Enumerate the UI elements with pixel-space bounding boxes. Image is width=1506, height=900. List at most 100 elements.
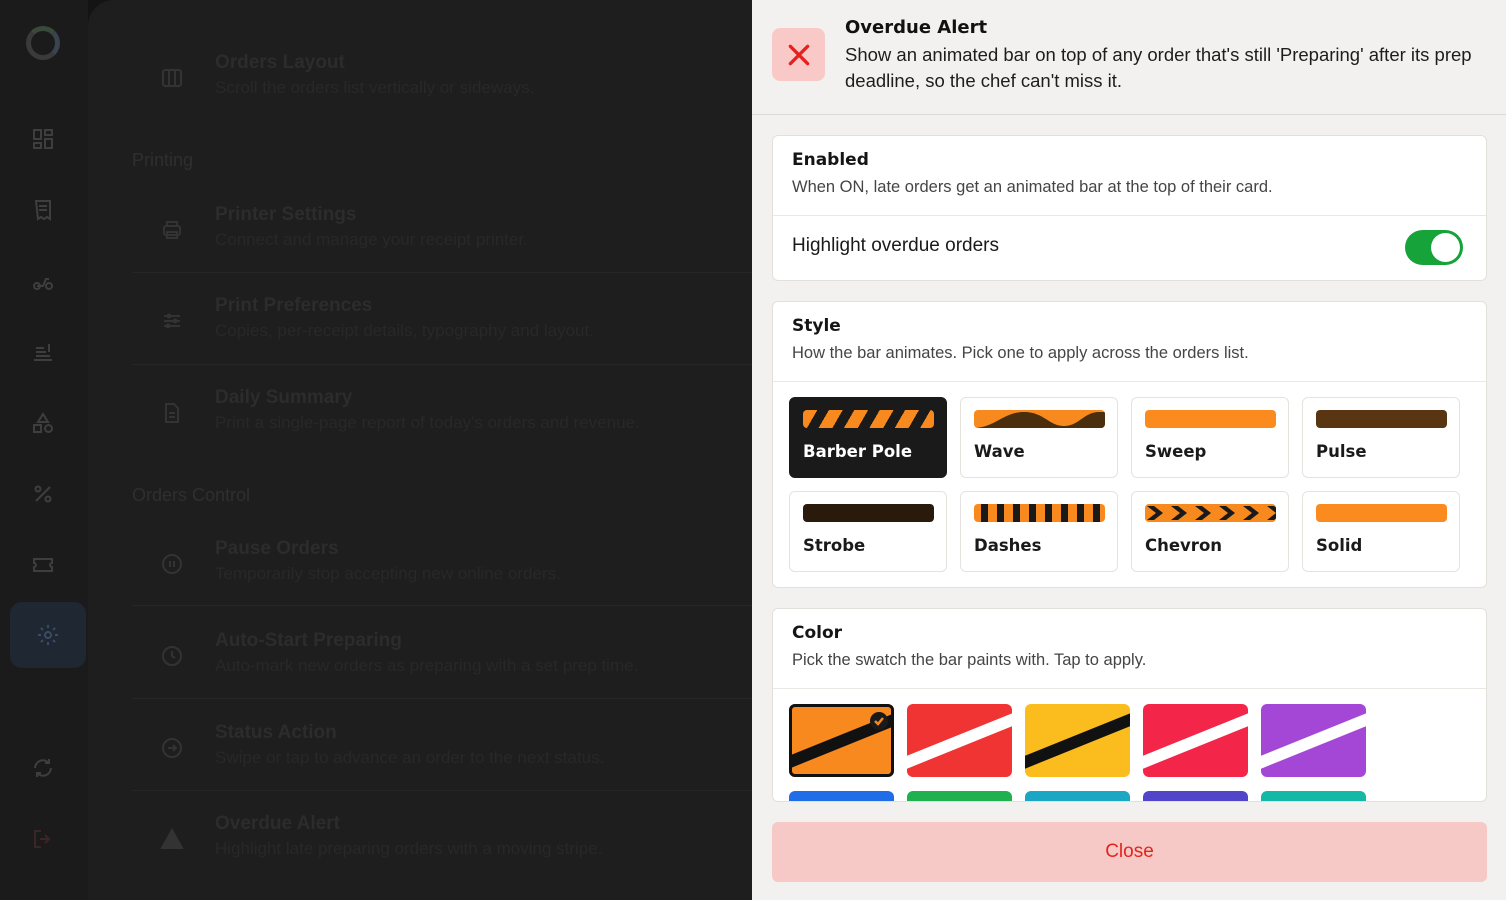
settings-row-auto-start[interactable]: Auto-Start Preparing Auto-mark new order… — [132, 626, 752, 706]
strobe-preview — [803, 504, 934, 522]
logout-icon[interactable] — [22, 818, 64, 860]
close-icon — [788, 44, 809, 65]
section-orders-control: Orders Control — [132, 485, 251, 505]
style-card: Style How the bar animates. Pick one to … — [772, 301, 1487, 588]
close-button[interactable]: Close — [772, 822, 1487, 882]
settings-gear-icon[interactable] — [10, 602, 86, 668]
swatch-yellow[interactable] — [1025, 704, 1130, 777]
pulse-preview — [1316, 410, 1447, 428]
color-desc: Pick the swatch the bar paints with. Tap… — [792, 651, 1147, 669]
row-title: Daily Summary — [215, 387, 353, 408]
style-option-sweep[interactable]: Sweep — [1131, 397, 1289, 478]
solid-preview — [1316, 504, 1447, 522]
toggle-knob — [1431, 233, 1460, 262]
settings-row-orders-layout[interactable]: Orders Layout Scroll the orders list ver… — [132, 48, 752, 128]
divider — [132, 790, 752, 791]
divider — [132, 364, 752, 365]
divider — [132, 698, 752, 699]
sliders-icon — [160, 309, 184, 333]
color-card: Color Pick the swatch the bar paints wit… — [772, 608, 1487, 802]
style-option-solid[interactable]: Solid — [1302, 491, 1460, 572]
ticket-icon[interactable] — [22, 544, 64, 586]
settings-row-pause-orders[interactable]: Pause Orders Temporarily stop accepting … — [132, 534, 752, 614]
highlight-toggle-label: Highlight overdue orders — [792, 235, 1000, 256]
sheet-subtitle: Show an animated bar on top of any order… — [845, 44, 1472, 91]
printer-icon — [160, 218, 184, 242]
warning-icon — [160, 827, 184, 851]
style-option-wave[interactable]: Wave — [960, 397, 1118, 478]
row-title: Pause Orders — [215, 538, 339, 559]
settings-row-print-preferences[interactable]: Print Preferences Copies, per-receipt de… — [132, 291, 752, 371]
dashboard-icon[interactable] — [22, 118, 64, 160]
enabled-desc: When ON, late orders get an animated bar… — [792, 178, 1273, 196]
style-title: Style — [792, 316, 841, 336]
style-option-strobe[interactable]: Strobe — [789, 491, 947, 572]
swatch-green[interactable] — [907, 791, 1012, 801]
settings-row-printer-settings[interactable]: Printer Settings Connect and manage your… — [132, 200, 752, 280]
app-logo — [26, 26, 60, 60]
background-app: Orders Layout Scroll the orders list ver… — [0, 0, 752, 900]
divider — [773, 381, 1486, 382]
sheet-header: Overdue Alert Show an animated bar on to… — [752, 0, 1506, 115]
swatch-blue[interactable] — [789, 791, 894, 801]
row-title: Printer Settings — [215, 204, 357, 225]
swatch-purple[interactable] — [1261, 704, 1366, 777]
style-option-label: Pulse — [1316, 442, 1367, 461]
color-title: Color — [792, 623, 843, 643]
row-title: Print Preferences — [215, 295, 373, 316]
row-title: Status Action — [215, 722, 337, 743]
row-desc: Highlight late preparing orders with a m… — [215, 839, 603, 858]
shapes-icon[interactable] — [22, 402, 64, 444]
style-option-pulse[interactable]: Pulse — [1302, 397, 1460, 478]
kitchen-icon[interactable] — [22, 331, 64, 373]
row-desc: Connect and manage your receipt printer. — [215, 230, 528, 249]
style-option-label: Strobe — [803, 536, 866, 555]
style-option-dashes[interactable]: Dashes — [960, 491, 1118, 572]
receipt-icon[interactable] — [22, 189, 64, 231]
settings-row-daily-summary[interactable]: Daily Summary Print a single-page report… — [132, 383, 752, 463]
sync-icon[interactable] — [22, 747, 64, 789]
swatch-red[interactable] — [907, 704, 1012, 777]
style-option-label: Solid — [1316, 536, 1363, 555]
swatch-crimson[interactable] — [1143, 704, 1248, 777]
style-option-label: Barber Pole — [803, 442, 913, 461]
columns-icon — [160, 66, 184, 90]
settings-row-overdue-alert[interactable]: Overdue Alert Highlight late preparing o… — [132, 809, 752, 889]
settings-row-status-action[interactable]: Status Action Swipe or tap to advance an… — [132, 718, 752, 798]
swatch-cyan[interactable] — [1025, 791, 1130, 801]
style-option-label: Wave — [974, 442, 1025, 461]
swatch-teal[interactable] — [1261, 791, 1366, 801]
style-option-label: Chevron — [1145, 536, 1223, 555]
swatch-stripe — [1261, 706, 1366, 774]
wave-preview — [974, 410, 1105, 428]
clock-icon — [160, 644, 184, 668]
divider — [773, 688, 1486, 689]
settings-list: Orders Layout Scroll the orders list ver… — [88, 0, 752, 900]
percent-icon[interactable] — [22, 473, 64, 515]
row-desc: Scroll the orders list vertically or sid… — [215, 78, 535, 97]
highlight-overdue-toggle[interactable] — [1405, 230, 1463, 265]
check-icon — [870, 712, 888, 730]
swatch-orange[interactable] — [789, 704, 894, 777]
nav-rail — [0, 0, 88, 900]
dashes-preview — [974, 504, 1105, 522]
barber-pole-preview — [803, 410, 934, 428]
style-option-chevron[interactable]: Chevron — [1131, 491, 1289, 572]
swatch-indigo[interactable] — [1143, 791, 1248, 801]
section-printing: Printing — [132, 150, 194, 170]
row-desc: Copies, per-receipt details, typography … — [215, 321, 594, 340]
close-x-button[interactable] — [772, 28, 825, 81]
row-desc: Auto-mark new orders as preparing with a… — [215, 656, 639, 675]
row-desc: Temporarily stop accepting new online or… — [215, 564, 561, 583]
style-desc: How the bar animates. Pick one to apply … — [792, 344, 1249, 362]
row-title: Orders Layout — [215, 52, 345, 73]
divider — [773, 215, 1486, 216]
document-icon — [160, 401, 184, 425]
delivery-icon[interactable] — [22, 260, 64, 302]
swatch-stripe — [1025, 706, 1130, 774]
style-option-barber-pole[interactable]: Barber Pole — [789, 397, 947, 478]
sweep-preview — [1145, 410, 1276, 428]
row-title: Overdue Alert — [215, 813, 340, 834]
swatch-stripe — [1143, 706, 1248, 774]
divider — [132, 605, 752, 606]
